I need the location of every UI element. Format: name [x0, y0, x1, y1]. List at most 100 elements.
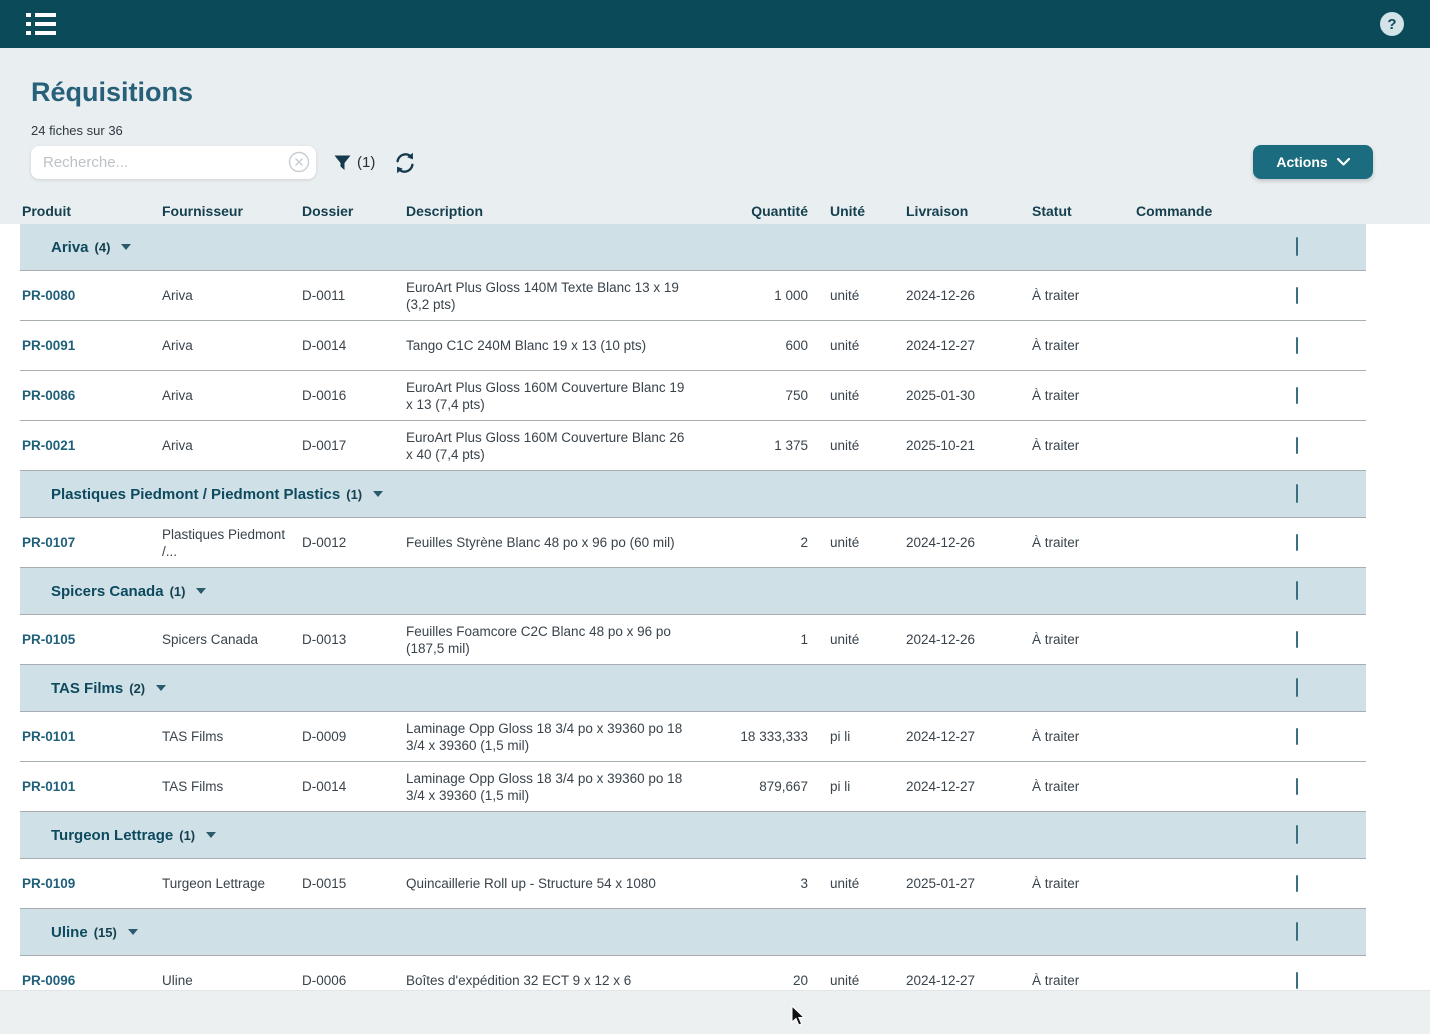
- product-link[interactable]: PR-0107: [22, 535, 75, 550]
- cell-description: Feuilles Styrène Blanc 48 po x 96 po (60…: [404, 534, 704, 551]
- column-header-commande[interactable]: Commande: [1114, 203, 1284, 219]
- cell-statut: À traiter: [1010, 437, 1114, 454]
- column-header-fournisseur[interactable]: Fournisseur: [160, 203, 300, 219]
- cell-livraison: 2024-12-26: [884, 287, 1010, 304]
- group-checkbox[interactable]: [1296, 922, 1298, 941]
- product-link[interactable]: PR-0109: [22, 876, 75, 891]
- product-link[interactable]: PR-0096: [22, 973, 75, 988]
- cell-dossier: D-0016: [300, 387, 404, 404]
- group-row-spicers-canada[interactable]: Spicers Canada(1): [20, 568, 1366, 615]
- group-label[interactable]: Spicers Canada: [51, 583, 164, 600]
- row-checkbox[interactable]: [1296, 778, 1298, 795]
- list-menu-icon-glyph: [26, 12, 56, 36]
- table-band: Ariva(4)PR-0080ArivaD-0011EuroArt Plus G…: [0, 224, 1430, 990]
- clear-search-icon[interactable]: [288, 151, 310, 173]
- row-checkbox[interactable]: [1296, 337, 1298, 354]
- cell-dossier: D-0014: [300, 778, 404, 795]
- group-row-uline[interactable]: Uline (15): [20, 909, 1366, 956]
- cell-livraison: 2024-12-27: [884, 778, 1010, 795]
- cell-statut: À traiter: [1010, 631, 1114, 648]
- group-checkbox[interactable]: [1296, 581, 1298, 600]
- product-link[interactable]: PR-0101: [22, 779, 75, 794]
- column-header-statut[interactable]: Statut: [1010, 203, 1114, 219]
- group-checkbox[interactable]: [1296, 484, 1298, 503]
- cell-dossier: D-0014: [300, 337, 404, 354]
- filter-button[interactable]: (1): [334, 154, 375, 171]
- chevron-down-icon[interactable]: [121, 244, 131, 250]
- record-count: 24 fiches sur 36: [31, 124, 1430, 138]
- row-checkbox[interactable]: [1296, 437, 1298, 454]
- product-link[interactable]: PR-0101: [22, 729, 75, 744]
- group-checkbox[interactable]: [1296, 825, 1298, 844]
- row-checkbox[interactable]: [1296, 387, 1298, 404]
- column-header-livraison[interactable]: Livraison: [884, 203, 1010, 219]
- product-link[interactable]: PR-0091: [22, 338, 75, 353]
- help-icon[interactable]: ?: [1380, 12, 1404, 36]
- mouse-cursor: [791, 1006, 807, 1027]
- row-checkbox[interactable]: [1296, 534, 1298, 551]
- product-link[interactable]: PR-0080: [22, 288, 75, 303]
- column-header-description[interactable]: Description: [404, 203, 704, 219]
- group-count: (15): [94, 925, 117, 940]
- search-input[interactable]: [31, 146, 316, 179]
- column-header-unite[interactable]: Unité: [808, 203, 884, 219]
- cell-unite: unité: [808, 972, 884, 989]
- chevron-down-icon: [1337, 158, 1350, 166]
- row-checkbox[interactable]: [1296, 875, 1298, 892]
- chevron-down-icon[interactable]: [206, 832, 216, 838]
- chevron-down-icon[interactable]: [128, 929, 138, 935]
- table-row: PR-0086ArivaD-0016EuroArt Plus Gloss 160…: [20, 371, 1366, 421]
- chevron-down-icon[interactable]: [373, 491, 383, 497]
- group-label[interactable]: Plastiques Piedmont / Piedmont Plastics: [51, 486, 340, 503]
- row-checkbox[interactable]: [1296, 728, 1298, 745]
- group-row-ariva[interactable]: Ariva (4): [20, 224, 1366, 271]
- refresh-button[interactable]: [393, 151, 417, 175]
- cell-livraison: 2024-12-26: [884, 631, 1010, 648]
- cell-statut: À traiter: [1010, 287, 1114, 304]
- cell-fournisseur: Turgeon Lettrage: [160, 875, 300, 892]
- row-checkbox[interactable]: [1296, 972, 1298, 989]
- group-label[interactable]: Ariva: [51, 239, 89, 256]
- group-row-tas-films[interactable]: TAS Films(2): [20, 665, 1366, 712]
- page-title: Réquisitions: [31, 76, 1430, 108]
- group-checkbox[interactable]: [1296, 678, 1298, 697]
- table-row: PR-0101TAS FilmsD-0014Laminage Opp Gloss…: [20, 762, 1366, 812]
- cell-quantite: 879,667: [704, 778, 808, 795]
- row-checkbox[interactable]: [1296, 287, 1298, 304]
- product-link[interactable]: PR-0105: [22, 632, 75, 647]
- chevron-down-icon[interactable]: [196, 588, 206, 594]
- row-checkbox[interactable]: [1296, 631, 1298, 648]
- cell-unite: unité: [808, 437, 884, 454]
- table-row: PR-0109Turgeon LettrageD-0015Quincailler…: [20, 859, 1366, 909]
- cell-fournisseur: Ariva: [160, 437, 300, 454]
- cell-quantite: 1 375: [704, 437, 808, 454]
- chevron-down-icon[interactable]: [156, 685, 166, 691]
- cell-description: Boîtes d'expédition 32 ECT 9 x 12 x 6: [404, 972, 704, 989]
- menu-list-icon[interactable]: [26, 9, 60, 39]
- cell-quantite: 3: [704, 875, 808, 892]
- group-label[interactable]: Uline: [51, 924, 88, 941]
- group-label[interactable]: Turgeon Lettrage: [51, 827, 173, 844]
- refresh-icon: [393, 151, 417, 175]
- cell-unite: unité: [808, 287, 884, 304]
- group-count: (4): [95, 240, 111, 255]
- cell-livraison: 2025-01-27: [884, 875, 1010, 892]
- product-link[interactable]: PR-0086: [22, 388, 75, 403]
- group-row-plastiques-piedmont-piedmont-plastics[interactable]: Plastiques Piedmont / Piedmont Plastics(…: [20, 471, 1366, 518]
- cell-fournisseur: Ariva: [160, 337, 300, 354]
- group-row-turgeon-lettrage[interactable]: Turgeon Lettrage(1): [20, 812, 1366, 859]
- column-header-dossier[interactable]: Dossier: [300, 203, 404, 219]
- column-header-produit[interactable]: Produit: [20, 203, 160, 219]
- cell-livraison: 2024-12-27: [884, 972, 1010, 989]
- cell-description: Quincaillerie Roll up - Structure 54 x 1…: [404, 875, 704, 892]
- cell-description: EuroArt Plus Gloss 160M Couverture Blanc…: [404, 379, 704, 413]
- table-header-row: Produit Fournisseur Dossier Description …: [20, 197, 1366, 224]
- group-checkbox[interactable]: [1296, 237, 1298, 256]
- column-header-quantite[interactable]: Quantité: [704, 203, 808, 219]
- actions-button[interactable]: Actions: [1253, 145, 1373, 179]
- group-label[interactable]: TAS Films: [51, 680, 123, 697]
- cell-fournisseur: Ariva: [160, 287, 300, 304]
- filter-count: (1): [357, 154, 375, 171]
- cell-unite: pi li: [808, 778, 884, 795]
- product-link[interactable]: PR-0021: [22, 438, 75, 453]
